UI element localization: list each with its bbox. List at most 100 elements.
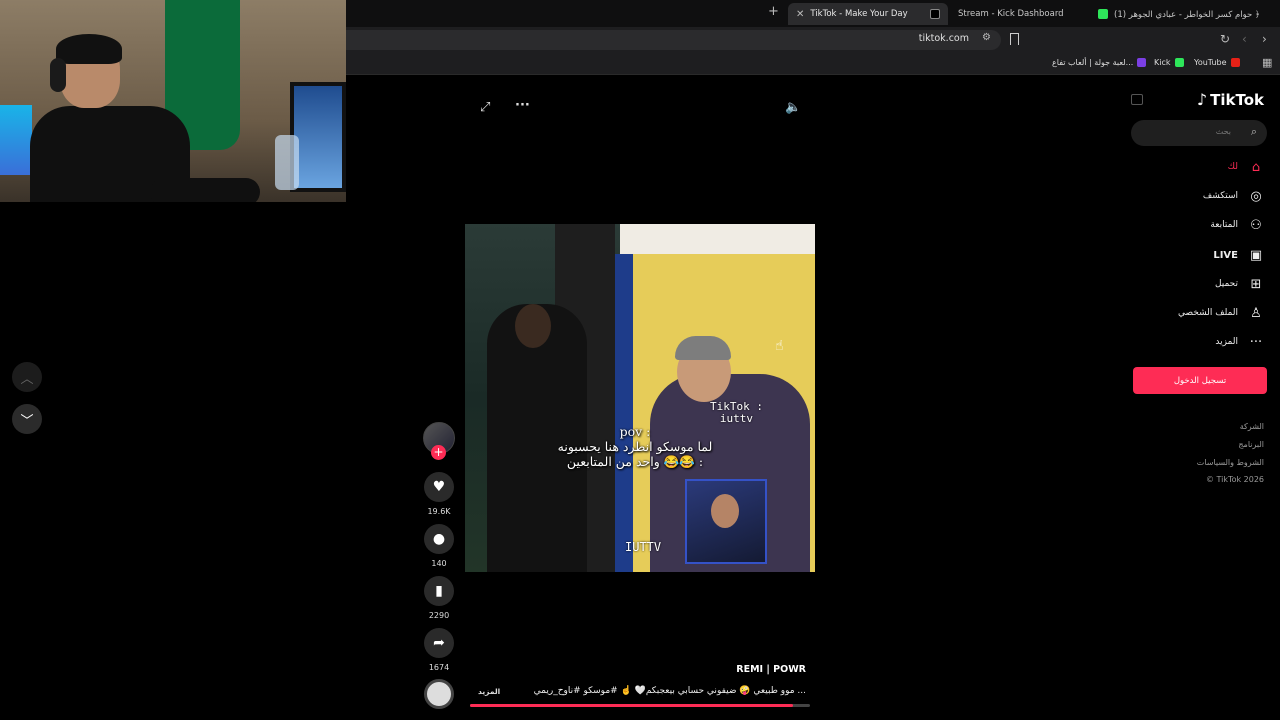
streamer-hair: [56, 34, 122, 64]
search-input[interactable]: بحث ⌕: [1131, 120, 1267, 146]
sidebar-item-explore[interactable]: استكشف ◎: [1203, 187, 1264, 205]
bookmark-kick[interactable]: Kick: [1154, 58, 1184, 67]
video-person-1-head: [515, 304, 551, 348]
post-description: موو طبيعي 🤪 ضيفوني حسابي بيعجبكم🤍 ☝️ #مو…: [533, 686, 806, 696]
chevron-up-icon: ︿: [20, 371, 34, 387]
like-button[interactable]: ♥: [424, 472, 454, 502]
bookmarks-bar: YouTube Kick لعبة جولة | ألعاب تفاع... ▦: [346, 53, 1280, 75]
youtube-icon: [1230, 58, 1240, 67]
sidebar-item-upload[interactable]: تحميل ⊞: [1215, 275, 1264, 293]
tab-tiktok[interactable]: ✕ TikTok - Make Your Day: [788, 3, 948, 25]
footer-link-terms[interactable]: الشروط والسياسات: [1197, 458, 1264, 467]
like-count: 19.6K: [427, 507, 451, 516]
compass-icon: ◎: [1250, 188, 1262, 204]
streamer-arm: [150, 178, 260, 202]
login-button[interactable]: تسجيل الدخول: [1133, 367, 1267, 394]
video-player[interactable]: TikTok : iuttv pov : لما موسكو انطرد هنا…: [465, 224, 815, 572]
url-text[interactable]: tiktok.com: [919, 33, 969, 44]
home-icon: ⌂: [1251, 159, 1261, 175]
sidebar-item-label: LIVE: [1213, 249, 1238, 261]
bookmark-star-icon[interactable]: [1010, 33, 1019, 45]
tab-label: TikTok - Make Your Day: [810, 9, 908, 19]
share-button[interactable]: ➦: [424, 628, 454, 658]
sidebar-item-for-you[interactable]: لك ⌂: [1228, 158, 1264, 176]
tiktok-favicon-icon: [930, 9, 940, 19]
search-placeholder: بحث: [1215, 127, 1231, 136]
live-icon: ▣: [1249, 247, 1263, 263]
save-button[interactable]: ▮: [424, 576, 454, 606]
tiktok-note-icon: ♪: [1196, 90, 1208, 109]
bottle-decoration: [275, 135, 299, 190]
search-icon[interactable]: ⌕: [1251, 125, 1257, 139]
footer-link-company[interactable]: الشركة: [1240, 422, 1264, 431]
music-disc-icon[interactable]: [424, 679, 454, 709]
sidebar-item-label: استكشف: [1202, 191, 1238, 201]
follow-icon: ⚇: [1250, 217, 1262, 233]
sidebar-item-following[interactable]: المتابعة ⚇: [1210, 216, 1264, 234]
save-count: 2290: [428, 611, 450, 620]
footer-copyright: © TikTok 2026: [1206, 475, 1264, 484]
kick-icon: [1174, 58, 1184, 67]
share-count: 1674: [428, 663, 450, 672]
video-watermark: TikTok : iuttv: [710, 400, 763, 425]
bookmark-icon: ▮: [435, 583, 443, 599]
next-video-button[interactable]: ﹀: [12, 404, 42, 434]
kick-favicon-icon: [1098, 9, 1108, 19]
reload-icon[interactable]: ↻: [1220, 32, 1230, 46]
heart-icon: ♥: [432, 479, 446, 495]
video-progress-bar[interactable]: [470, 704, 810, 707]
volume-icon[interactable]: 🔈: [785, 100, 801, 115]
comment-button[interactable]: ●: [424, 524, 454, 554]
mouse-cursor-icon: ☝: [775, 338, 784, 354]
chevron-down-icon: ﹀: [20, 413, 34, 429]
address-bar-row: tiktok.com ⚙ ↻ ‹ ›: [346, 27, 1280, 53]
close-tab-icon[interactable]: ✕: [796, 9, 804, 20]
sidebar-item-label: المتابعة: [1210, 220, 1238, 230]
more-icon: ···: [1249, 334, 1263, 350]
video-progress-fill: [470, 704, 793, 707]
video-scene-bluebar: [615, 254, 633, 572]
more-options-icon[interactable]: ···: [515, 98, 530, 113]
streamer-figure: [30, 34, 260, 202]
bookmark-label: لعبة جولة | ألعاب تفاع...: [1052, 58, 1134, 67]
sidebar-item-label: المزيد: [1215, 337, 1238, 347]
sidebar-item-live[interactable]: LIVE ▣: [1213, 246, 1264, 264]
more-description-button[interactable]: المزيد: [478, 687, 500, 696]
apps-grid-icon[interactable]: ▦: [1262, 56, 1272, 69]
game-icon: [1137, 58, 1147, 67]
fullscreen-icon[interactable]: ⤢: [480, 100, 490, 115]
back-icon[interactable]: ‹: [1242, 32, 1247, 46]
video-cap: [675, 336, 731, 360]
bookmark-youtube[interactable]: YouTube: [1194, 58, 1240, 67]
tab-music[interactable]: (1) حوام كسر الخواطر - عبادي الجوهر ﴿: [1090, 3, 1268, 25]
omnibox[interactable]: tiktok.com ⚙: [346, 30, 1001, 50]
footer-link-program[interactable]: البرنامج: [1238, 440, 1264, 449]
bookmark-label: YouTube: [1194, 58, 1227, 67]
previous-video-button[interactable]: ︿: [12, 362, 42, 392]
tab-label: (1) حوام كسر الخواطر - عبادي الجوهر ﴿: [1114, 9, 1260, 20]
tiktok-logo[interactable]: ♪ TikTok: [1197, 90, 1264, 109]
tab-label: Stream - Kick Dashboard: [958, 9, 1064, 19]
comment-icon: ●: [432, 531, 446, 547]
sidebar-item-label: لك: [1227, 162, 1238, 172]
follow-button[interactable]: +: [431, 445, 446, 460]
video-watermark-2: IUTTV: [625, 540, 662, 554]
sidebar-item-more[interactable]: المزيد ···: [1215, 333, 1264, 351]
author-name[interactable]: REMI | POWR: [736, 664, 806, 675]
profile-icon: ♙: [1250, 305, 1262, 321]
site-settings-icon[interactable]: ⚙: [982, 32, 991, 43]
logo-text: TikTok: [1210, 90, 1264, 109]
collapse-sidebar-icon[interactable]: [1131, 94, 1143, 105]
video-caption: pov : لما موسكو انطرد هنا يحسبونه واحد م…: [557, 424, 713, 469]
forward-icon[interactable]: ›: [1262, 32, 1267, 46]
upload-icon: ⊞: [1250, 276, 1262, 292]
bookmark-game[interactable]: لعبة جولة | ألعاب تفاع...: [1052, 58, 1147, 67]
tab-kick-dashboard[interactable]: Stream - Kick Dashboard: [950, 3, 1072, 25]
sidebar-item-profile[interactable]: الملف الشخصي ♙: [1178, 304, 1264, 322]
bookmark-label: Kick: [1154, 58, 1171, 67]
webcam-overlay: [0, 0, 346, 202]
sidebar-item-label: الملف الشخصي: [1178, 308, 1238, 318]
headset-icon: [50, 58, 66, 92]
new-tab-icon[interactable]: +: [768, 4, 779, 19]
share-icon: ➦: [433, 635, 445, 651]
